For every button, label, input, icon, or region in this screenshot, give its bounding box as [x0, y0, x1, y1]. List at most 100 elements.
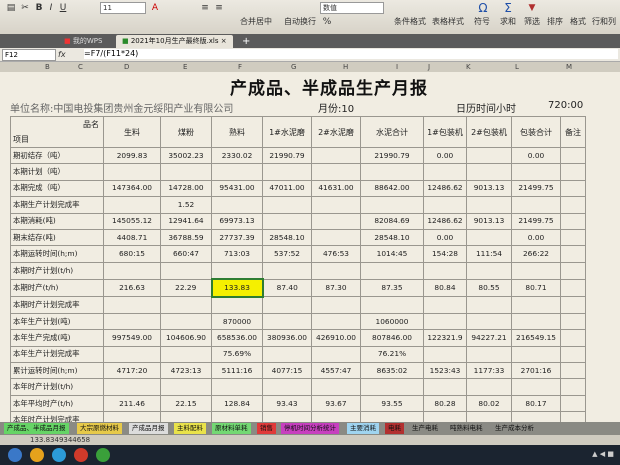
table-cell[interactable]: [560, 329, 586, 347]
table-cell[interactable]: [423, 312, 467, 331]
tab-my-wps[interactable]: ■ 我的WPS: [58, 35, 108, 48]
spreadsheet-app-icon[interactable]: [96, 448, 110, 462]
table-cell[interactable]: 476:53: [311, 245, 361, 263]
table-cell[interactable]: [560, 312, 586, 331]
fx-icon[interactable]: fx: [58, 48, 66, 61]
table-cell[interactable]: 28548.10: [360, 228, 424, 247]
table-cell[interactable]: [211, 196, 263, 214]
table-cell[interactable]: 69973.13: [211, 212, 263, 230]
table-cell[interactable]: 426910.00: [311, 329, 361, 347]
table-cell[interactable]: [103, 312, 161, 331]
table-cell[interactable]: [262, 163, 312, 181]
table-cell[interactable]: 4723:13: [160, 362, 212, 380]
table-cell[interactable]: [103, 411, 161, 422]
table-cell[interactable]: [560, 146, 586, 165]
table-cell[interactable]: [160, 378, 212, 396]
table-cell[interactable]: [103, 378, 161, 396]
table-cell[interactable]: 8635:02: [360, 362, 424, 380]
table-cell[interactable]: 36788.59: [160, 228, 212, 247]
tab-workbook[interactable]: ■ 2021年10月生产最终版.xls ×: [116, 35, 233, 48]
table-cell[interactable]: 21499.75: [511, 212, 561, 230]
table-cell[interactable]: [360, 196, 424, 214]
table-cell[interactable]: 870000: [211, 312, 263, 331]
align-right-icon[interactable]: ≡: [214, 3, 224, 13]
table-cell[interactable]: 133.83: [210, 278, 264, 298]
filter-button[interactable]: 筛选: [524, 16, 540, 27]
table-cell[interactable]: [423, 296, 467, 314]
conditional-format-button[interactable]: 条件格式: [394, 16, 426, 27]
column-header[interactable]: J: [428, 62, 430, 72]
table-cell[interactable]: [311, 163, 361, 181]
table-cell[interactable]: [160, 163, 212, 181]
table-cell[interactable]: 88642.00: [360, 179, 424, 198]
sheet-tab[interactable]: 生产电耗: [409, 423, 441, 434]
table-cell[interactable]: 1014:45: [360, 245, 424, 263]
underline-icon[interactable]: U: [58, 3, 68, 13]
table-cell[interactable]: [311, 261, 361, 280]
table-cell[interactable]: [466, 296, 512, 314]
table-cell[interactable]: [360, 261, 424, 280]
table-cell[interactable]: [360, 411, 424, 422]
row-label[interactable]: 本年生产计划(吨): [10, 312, 104, 331]
rows-cols-button[interactable]: 行和列: [592, 16, 616, 27]
table-cell[interactable]: 12486.62: [423, 179, 467, 198]
table-cell[interactable]: [560, 296, 586, 314]
table-cell[interactable]: 680:15: [103, 245, 161, 263]
table-cell[interactable]: 4557:47: [311, 362, 361, 380]
table-cell[interactable]: [466, 261, 512, 280]
table-cell[interactable]: [560, 212, 586, 230]
sort-button[interactable]: 排序: [547, 16, 563, 27]
table-cell[interactable]: [560, 411, 586, 422]
table-cell[interactable]: 12941.64: [160, 212, 212, 230]
table-cell[interactable]: [211, 411, 263, 422]
font-color-icon[interactable]: A: [150, 3, 160, 13]
table-cell[interactable]: [423, 345, 467, 364]
column-header[interactable]: L: [515, 62, 519, 72]
table-cell[interactable]: 21499.75: [511, 179, 561, 198]
sheet-tab[interactable]: 原材料单耗: [212, 423, 251, 434]
row-label[interactable]: 本期完成（吨）: [10, 179, 104, 198]
table-cell[interactable]: [466, 345, 512, 364]
table-cell[interactable]: [466, 163, 512, 181]
table-cell[interactable]: [311, 312, 361, 331]
table-cell[interactable]: 2330.02: [211, 146, 263, 165]
table-cell[interactable]: 87.30: [311, 278, 361, 298]
format-button[interactable]: 格式: [570, 16, 586, 27]
table-cell[interactable]: 104606.90: [160, 329, 212, 347]
table-cell[interactable]: 1177:33: [466, 362, 512, 380]
table-cell[interactable]: [511, 378, 561, 396]
table-cell[interactable]: 9013.13: [466, 179, 512, 198]
table-cell[interactable]: [211, 378, 263, 396]
table-cell[interactable]: 5111:16: [211, 362, 263, 380]
table-cell[interactable]: [511, 345, 561, 364]
table-cell[interactable]: 380936.00: [262, 329, 312, 347]
table-cell[interactable]: [103, 345, 161, 364]
table-cell[interactable]: [466, 228, 512, 247]
row-label[interactable]: 本年平均时产(t/h): [10, 394, 104, 413]
table-cell[interactable]: 80.02: [466, 394, 512, 413]
table-cell[interactable]: 0.00: [511, 228, 561, 247]
table-style-button[interactable]: 表格样式: [432, 16, 464, 27]
table-cell[interactable]: 76.21%: [360, 345, 424, 364]
table-cell[interactable]: 2701:16: [511, 362, 561, 380]
table-cell[interactable]: 80.84: [423, 278, 467, 298]
table-cell[interactable]: [560, 163, 586, 181]
table-cell[interactable]: 128.84: [211, 394, 263, 413]
table-cell[interactable]: [466, 196, 512, 214]
table-cell[interactable]: 537:52: [262, 245, 312, 263]
table-cell[interactable]: 14728.00: [160, 179, 212, 198]
row-label[interactable]: 本年生产完成(吨): [10, 329, 104, 347]
table-cell[interactable]: 28548.10: [262, 228, 312, 247]
table-cell[interactable]: [511, 196, 561, 214]
table-cell[interactable]: [160, 261, 212, 280]
table-cell[interactable]: [311, 378, 361, 396]
row-label[interactable]: 本期生产计划完成率: [10, 196, 104, 214]
table-cell[interactable]: 122321.9: [423, 329, 467, 347]
table-cell[interactable]: 9013.13: [466, 212, 512, 230]
table-cell[interactable]: 0.00: [423, 146, 467, 165]
table-cell[interactable]: 4717:20: [103, 362, 161, 380]
sheet-tab[interactable]: 主要消耗: [347, 423, 379, 434]
table-cell[interactable]: 2099.83: [103, 146, 161, 165]
table-cell[interactable]: 93.55: [360, 394, 424, 413]
table-cell[interactable]: 47011.00: [262, 179, 312, 198]
